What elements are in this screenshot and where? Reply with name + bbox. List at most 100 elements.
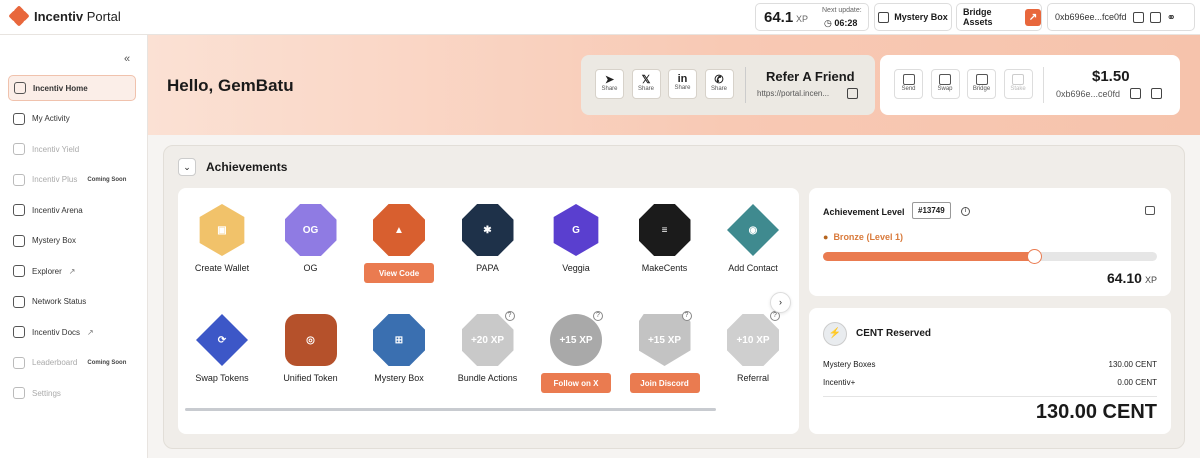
- achievement-badge[interactable]: ◎ Unified Token: [266, 314, 356, 383]
- cent-row: Mystery Boxes 130.00 CENT: [823, 360, 1157, 369]
- badge-label: Veggia: [562, 263, 590, 273]
- qr-icon[interactable]: [1149, 11, 1161, 23]
- achievement-badge[interactable]: +20 XP? Bundle Actions: [443, 311, 533, 383]
- copy-icon[interactable]: [1132, 11, 1144, 23]
- swap-button[interactable]: Swap: [930, 69, 960, 99]
- cent-row-label: Mystery Boxes: [823, 360, 876, 369]
- xp-unit: XP: [796, 14, 809, 24]
- cent-row-label: Incentiv+: [823, 378, 856, 387]
- badge-action-button[interactable]: Follow on X: [541, 373, 611, 393]
- divider: [745, 67, 746, 103]
- badges-card: ▣ Create Wallet OG OG ▲ View Code ✱ PAPA G Veggia…: [178, 188, 799, 434]
- achievement-badge[interactable]: OG OG: [266, 204, 356, 273]
- sidebar-item-network-status[interactable]: Network Status: [8, 289, 136, 315]
- cent-reserved-card: ⚡ CENT Reserved Mystery Boxes 130.00 CENT…: [809, 308, 1171, 434]
- coming-soon-badge: Coming Soon: [87, 359, 127, 366]
- achievement-badge[interactable]: +15 XP? Follow on X: [531, 311, 621, 393]
- badge-icon: ▲: [373, 204, 425, 256]
- sidebar-item-my-activity[interactable]: My Activity: [8, 106, 136, 132]
- badge-icon: ⊞: [373, 314, 425, 366]
- cent-logo-icon: ⚡: [823, 322, 847, 346]
- achievement-badge[interactable]: ⊞ Mystery Box: [354, 314, 444, 383]
- sidebar-item-label: Mystery Box: [32, 236, 77, 245]
- sidebar-item-incentiv-plus[interactable]: Incentiv Plus Coming Soon: [8, 167, 136, 193]
- top-bar: Incentiv Portal 64.1 XP Next update: 06:…: [0, 0, 1200, 35]
- copy-icon[interactable]: [1130, 88, 1141, 99]
- achievement-badge[interactable]: ◉ Add Contact: [708, 204, 798, 273]
- rank-id: #13749: [912, 202, 951, 219]
- share-button-whatsapp[interactable]: ✆ Share: [704, 69, 734, 99]
- info-icon[interactable]: i: [961, 207, 970, 216]
- badge-label: Unified Token: [283, 373, 338, 383]
- refer-card: ➤ Share 𝕏 Share in Share ✆ Share Refer A Friend…: [581, 55, 875, 115]
- horizontal-scrollbar[interactable]: [185, 408, 716, 411]
- link-icon[interactable]: ⚭: [1167, 11, 1176, 24]
- achievement-badge[interactable]: +15 XP? Join Discord: [620, 311, 710, 393]
- bridge-icon: [975, 74, 988, 85]
- sidebar-item-leaderboard[interactable]: Leaderboard Coming Soon: [8, 350, 136, 376]
- copy-icon[interactable]: [847, 88, 858, 99]
- sidebar-item-label: Incentiv Arena: [32, 205, 83, 215]
- badge-label: Swap Tokens: [195, 373, 249, 383]
- rank-name: Bronze (Level 1): [823, 232, 903, 242]
- level-progress-bar: [823, 249, 1157, 264]
- achievement-badge[interactable]: +10 XP? Referral: [708, 311, 798, 383]
- arrow-up-right-icon: ↗: [1025, 8, 1041, 26]
- share-button-x[interactable]: 𝕏 Share: [631, 69, 661, 99]
- level-xp: 64.10 XP: [1106, 270, 1157, 286]
- sidebar-item-incentiv-arena[interactable]: Incentiv Arena: [8, 197, 136, 223]
- help-icon[interactable]: ?: [504, 311, 515, 321]
- mystery-box-button[interactable]: Mystery Box: [874, 3, 952, 31]
- badge-icon: +15 XP: [638, 314, 691, 366]
- flag-icon[interactable]: [1145, 206, 1155, 215]
- sidebar: « Incentiv Home My Activity Incentiv Yield…: [0, 35, 148, 458]
- help-icon[interactable]: ?: [593, 311, 603, 321]
- next-update-time: 06:28: [824, 18, 857, 29]
- badge-label: Add Contact: [728, 263, 778, 273]
- sidebar-item-mystery-box[interactable]: Mystery Box: [8, 228, 136, 254]
- achievement-badge[interactable]: ⟳ Swap Tokens: [178, 314, 267, 383]
- sidebar-item-label: Incentiv Docs: [32, 327, 81, 337]
- swap-icon: [939, 74, 951, 85]
- sidebar-item-label: Incentiv Home: [33, 83, 88, 93]
- qr-icon[interactable]: [1151, 88, 1162, 99]
- help-icon[interactable]: ?: [681, 311, 692, 321]
- achievements-panel: ⌄ Achievements ▣ Create Wallet OG OG ▲ View C…: [163, 145, 1185, 449]
- chevron-right-icon[interactable]: ›: [770, 292, 791, 313]
- stake-button: Stake: [1003, 69, 1033, 99]
- badge-icon: OG: [284, 204, 337, 256]
- sidebar-item-incentiv-docs[interactable]: Incentiv Docs ↗: [8, 319, 136, 345]
- sidebar-item-incentiv-yield[interactable]: Incentiv Yield: [8, 136, 136, 162]
- badge-action-button[interactable]: Join Discord: [629, 373, 700, 393]
- bridge-assets-button[interactable]: Bridge Assets ↗: [956, 3, 1042, 31]
- achievement-badge[interactable]: ✱ PAPA: [443, 204, 533, 273]
- cent-total: 130.00 CENT: [1035, 401, 1157, 423]
- badge-label: Mystery Box: [374, 373, 424, 383]
- badge-icon: +15 XP: [550, 314, 602, 366]
- external-link-icon: ↗: [87, 327, 94, 337]
- sidebar-item-incentiv-home[interactable]: Incentiv Home: [8, 75, 136, 101]
- badge-action-button[interactable]: View Code: [364, 263, 434, 283]
- sidebar-item-settings[interactable]: Settings: [8, 380, 136, 406]
- badge-icon: ✱: [461, 204, 514, 256]
- bridge-button[interactable]: Bridge: [967, 69, 996, 99]
- achievement-badge[interactable]: ▣ Create Wallet: [178, 204, 267, 273]
- logo[interactable]: Incentiv Portal: [8, 5, 121, 27]
- share-button-linkedin[interactable]: in Share: [668, 69, 697, 99]
- divider: [1043, 67, 1044, 103]
- logo-text: Incentiv Portal: [34, 8, 121, 24]
- badge-label: Bundle Actions: [457, 373, 518, 383]
- sidebar-item-explorer[interactable]: Explorer ↗: [8, 258, 136, 284]
- achievement-badge[interactable]: ▲ View Code: [354, 204, 444, 283]
- wallet-balance: $1.50: [1092, 68, 1130, 85]
- share-button-telegram[interactable]: ➤ Share: [595, 69, 624, 99]
- achievement-badge[interactable]: G Veggia: [531, 204, 621, 273]
- send-button[interactable]: Send: [894, 69, 923, 99]
- wallet-address: 0xb696e...ce0fd: [1056, 89, 1121, 99]
- chevron-down-icon[interactable]: ⌄: [178, 158, 196, 176]
- chevrons-left-icon[interactable]: «: [124, 53, 130, 65]
- badge-icon: ⟳: [196, 314, 248, 366]
- achievement-badge[interactable]: ≡ MakeCents: [620, 204, 710, 273]
- x-icon: 𝕏: [641, 74, 651, 86]
- user-icon: [13, 387, 25, 399]
